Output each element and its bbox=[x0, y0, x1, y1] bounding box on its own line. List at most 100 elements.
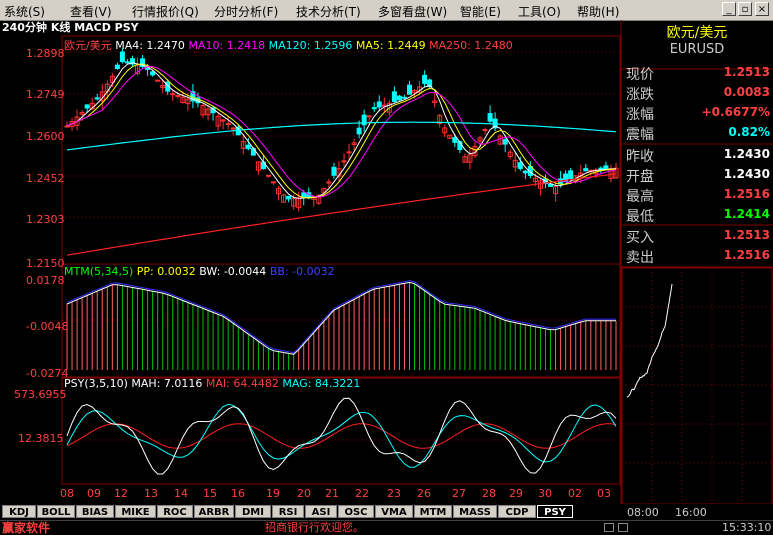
candle bbox=[391, 91, 397, 103]
candle bbox=[517, 162, 523, 169]
tab-mtm[interactable]: MTM bbox=[414, 505, 452, 518]
candle bbox=[245, 144, 251, 149]
quote-code: EURUSD bbox=[669, 42, 725, 57]
menu-help[interactable]: 帮助(H) bbox=[577, 3, 619, 20]
x-axis-label: 21 bbox=[325, 487, 339, 500]
quote-value: 1.2414 bbox=[723, 207, 770, 221]
psy-mai-line bbox=[66, 423, 617, 449]
menu-view[interactable]: 查看(V) bbox=[70, 3, 112, 20]
tab-mass[interactable]: MASS bbox=[453, 505, 497, 518]
quote-value: 1.2430 bbox=[723, 147, 770, 161]
mini-frame bbox=[621, 267, 773, 504]
candle bbox=[502, 139, 508, 145]
menu-system[interactable]: 系统(S) bbox=[4, 3, 45, 20]
quote-row: 震幅 0.82% bbox=[621, 122, 773, 143]
minimize-button[interactable]: _ bbox=[722, 2, 736, 16]
tab-boll[interactable]: BOLL bbox=[37, 505, 75, 518]
psy-axis-label: 12.3815 bbox=[18, 432, 64, 445]
menu-technical[interactable]: 技术分析(T) bbox=[296, 3, 361, 20]
quote-row: 涨跌 0.0083 bbox=[621, 82, 773, 103]
candle bbox=[522, 170, 528, 174]
tab-cdp[interactable]: CDP bbox=[498, 505, 536, 518]
x-axis-label: 16 bbox=[231, 487, 245, 500]
tab-asi[interactable]: ASI bbox=[305, 505, 337, 518]
quote-label: 卖出 bbox=[626, 250, 654, 266]
tab-roc[interactable]: ROC bbox=[157, 505, 193, 518]
price-axis-label: 1.2150 bbox=[26, 257, 65, 270]
ma10-legend: MA10: 1.2418 bbox=[188, 39, 266, 52]
candlestick-series bbox=[64, 48, 619, 212]
tab-dmi[interactable]: DMI bbox=[235, 505, 271, 518]
mtm-bb: BB: -0.0032 bbox=[269, 265, 335, 278]
mini-axis-label: 08:00 bbox=[627, 506, 659, 519]
ma120-line bbox=[66, 121, 617, 151]
restore-button[interactable]: ▫ bbox=[738, 2, 752, 16]
psy-axis-label: 573.6955 bbox=[14, 388, 67, 401]
candle bbox=[150, 71, 156, 76]
symbol-label: 欧元/美元 bbox=[64, 39, 112, 52]
x-axis-label: 29 bbox=[509, 487, 523, 500]
candle bbox=[286, 195, 292, 200]
candle bbox=[265, 174, 271, 177]
close-button[interactable]: × bbox=[755, 2, 769, 16]
candle bbox=[568, 170, 574, 179]
tab-osc[interactable]: OSC bbox=[338, 505, 374, 518]
panel-frame bbox=[61, 263, 621, 378]
candle bbox=[487, 113, 493, 122]
price-axis-label: 1.2452 bbox=[26, 172, 65, 185]
candle bbox=[119, 51, 125, 63]
quote-row: 开盘 1.2430 bbox=[621, 164, 773, 185]
menu-quotes[interactable]: 行情报价(Q) bbox=[132, 3, 199, 20]
tab-kdj[interactable]: KDJ bbox=[2, 505, 36, 518]
ma4-legend: MA4: 1.2470 bbox=[115, 39, 185, 52]
quote-label: 开盘 bbox=[626, 169, 654, 185]
x-axis-label: 27 bbox=[452, 487, 466, 500]
tab-arbr[interactable]: ARBR bbox=[194, 505, 234, 518]
candle bbox=[170, 93, 176, 96]
mtm-line bbox=[66, 281, 616, 355]
candle bbox=[603, 165, 609, 170]
indicators-label[interactable]: MACD PSY bbox=[74, 21, 138, 34]
tab-vma[interactable]: VMA bbox=[375, 505, 413, 518]
price-axis-label: 1.2749 bbox=[26, 88, 65, 101]
clock: 15:33:10 bbox=[722, 521, 772, 534]
candle bbox=[598, 167, 604, 171]
psy-mah-line bbox=[66, 397, 617, 475]
quote-value: 0.82% bbox=[728, 125, 770, 139]
menu-timeshare[interactable]: 分时分析(F) bbox=[214, 3, 278, 20]
candle bbox=[376, 101, 382, 108]
app-name: 赢家软件 bbox=[2, 521, 51, 535]
quote-value: 1.2513 bbox=[723, 228, 770, 242]
x-axis-label: 13 bbox=[144, 487, 158, 500]
x-axis-label: 20 bbox=[297, 487, 311, 500]
x-axis-label: 28 bbox=[482, 487, 496, 500]
tab-rsi[interactable]: RSI bbox=[272, 505, 304, 518]
quote-row: 最高 1.2516 bbox=[621, 184, 773, 205]
menu-smart[interactable]: 智能(E) bbox=[460, 3, 501, 20]
period-label[interactable]: 240分钟 bbox=[2, 21, 47, 34]
panel-frame bbox=[61, 35, 621, 265]
candle bbox=[482, 129, 488, 132]
x-axis-label: 08 bbox=[60, 487, 74, 500]
monitor-icon[interactable] bbox=[604, 523, 614, 532]
x-axis-label: 22 bbox=[355, 487, 369, 500]
menu-tools[interactable]: 工具(O) bbox=[518, 3, 561, 20]
tab-mike[interactable]: MIKE bbox=[115, 505, 156, 518]
x-axis-label: 15 bbox=[203, 487, 217, 500]
tab-bias[interactable]: BIAS bbox=[76, 505, 114, 518]
mtm-legend: MTM(5,34,5) PP: 0.0032 BW: -0.0044 BB: -… bbox=[64, 266, 335, 278]
ma120-legend: MA120: 1.2596 bbox=[268, 39, 353, 52]
indicator-tabs: KDJ BOLL BIAS MIKE ROC ARBR DMI RSI ASI OSC VMA MTM… bbox=[0, 504, 620, 519]
candle bbox=[583, 168, 589, 172]
window-icon[interactable] bbox=[618, 523, 628, 532]
tab-psy[interactable]: PSY bbox=[537, 505, 573, 518]
menu-multiwindow[interactable]: 多窗看盘(W) bbox=[378, 3, 447, 20]
quote-panel: 欧元/美元 EURUSD 现价 1.2513 涨跌 0.0083 涨幅 +0.6677% 震… bbox=[621, 20, 773, 268]
candle bbox=[401, 96, 407, 99]
candle bbox=[230, 127, 236, 130]
mtm-bb-line bbox=[66, 280, 616, 354]
kline-label[interactable]: K线 bbox=[51, 21, 71, 34]
mtm-bw: BW: -0.0044 bbox=[199, 265, 267, 278]
candle bbox=[175, 95, 181, 98]
candle bbox=[64, 125, 70, 128]
